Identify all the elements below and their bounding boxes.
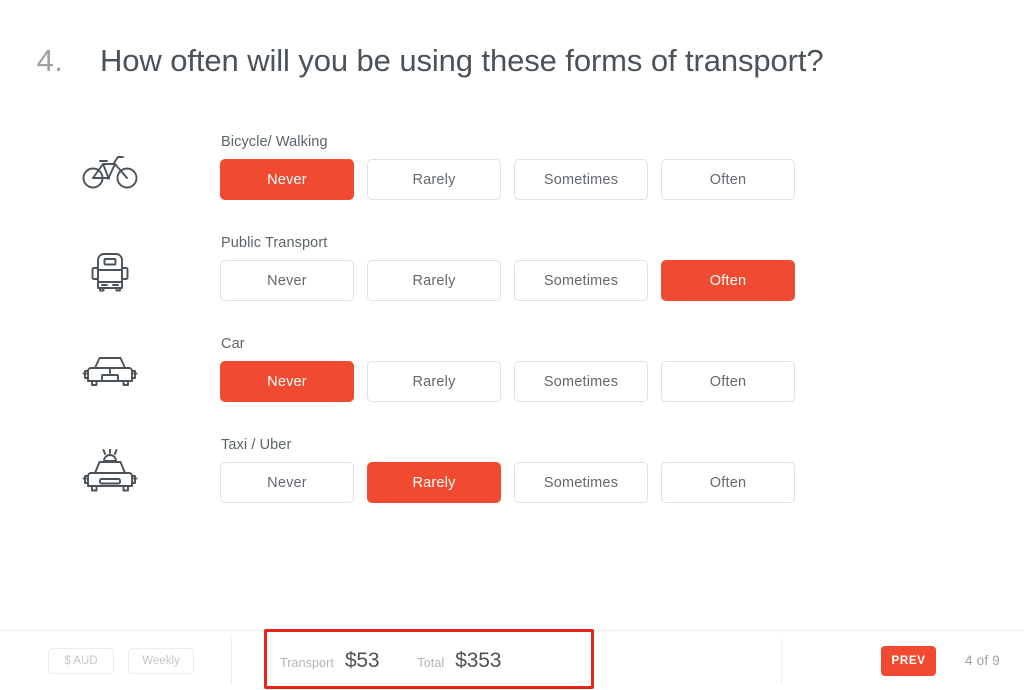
option-often[interactable]: Often — [661, 361, 795, 402]
grand-total-label: Total — [417, 655, 445, 670]
option-often[interactable]: Often — [661, 159, 795, 200]
page-title: How often will you be using these forms … — [100, 43, 824, 78]
currency-select[interactable]: $ AUD — [48, 647, 114, 674]
option-never[interactable]: Never — [220, 462, 354, 503]
question-header: 4. How often will you be using these for… — [0, 30, 1024, 92]
option-group: Never Rarely Sometimes Often — [220, 159, 1024, 200]
option-rarely[interactable]: Rarely — [367, 361, 501, 402]
period-select[interactable]: Weekly — [128, 647, 194, 674]
option-rarely[interactable]: Rarely — [367, 462, 501, 503]
page-counter: 4 of 9 — [965, 653, 1000, 668]
option-sometimes[interactable]: Sometimes — [514, 361, 648, 402]
row-body: Taxi / Uber Never Rarely Sometimes Often — [220, 425, 1024, 503]
transport-row: Taxi / Uber Never Rarely Sometimes Often — [0, 425, 1024, 526]
option-group: Never Rarely Sometimes Often — [220, 462, 1024, 503]
row-body: Bicycle/ Walking Never Rarely Sometimes … — [220, 122, 1024, 200]
survey-page: 4. How often will you be using these for… — [0, 0, 1024, 690]
option-never[interactable]: Never — [220, 361, 354, 402]
row-body: Car Never Rarely Sometimes Often — [220, 324, 1024, 402]
transport-row: Public Transport Never Rarely Sometimes … — [0, 223, 1024, 324]
option-never[interactable]: Never — [220, 159, 354, 200]
footer-bar: $ AUD Weekly Transport $53 Total $353 PR… — [0, 630, 1024, 690]
option-often[interactable]: Often — [661, 462, 795, 503]
prev-button[interactable]: PREV — [881, 645, 937, 676]
car-icon — [0, 324, 220, 425]
option-group: Never Rarely Sometimes Often — [220, 361, 1024, 402]
question-number: 4. — [36, 43, 64, 78]
transport-row: Bicycle/ Walking Never Rarely Sometimes … — [0, 122, 1024, 223]
option-rarely[interactable]: Rarely — [367, 159, 501, 200]
row-label: Taxi / Uber — [221, 437, 292, 453]
row-label: Public Transport — [221, 235, 328, 251]
transport-row: Car Never Rarely Sometimes Often — [0, 324, 1024, 425]
totals-summary: Transport $53 Total $353 — [232, 649, 501, 673]
grand-total-group: Total $353 — [417, 649, 501, 673]
option-sometimes[interactable]: Sometimes — [514, 260, 648, 301]
bus-icon — [0, 223, 220, 324]
transport-total-value: $53 — [344, 648, 380, 672]
transport-total-group: Transport $53 — [280, 648, 380, 673]
option-never[interactable]: Never — [220, 260, 354, 301]
bicycle-icon — [0, 122, 220, 223]
option-sometimes[interactable]: Sometimes — [514, 462, 648, 503]
row-body: Public Transport Never Rarely Sometimes … — [220, 223, 1024, 301]
option-rarely[interactable]: Rarely — [367, 260, 501, 301]
taxi-icon — [0, 425, 220, 526]
row-label: Bicycle/ Walking — [221, 134, 328, 150]
option-sometimes[interactable]: Sometimes — [514, 159, 648, 200]
footer-selects: $ AUD Weekly — [0, 647, 194, 674]
transport-rows: Bicycle/ Walking Never Rarely Sometimes … — [0, 122, 1024, 526]
footer-navigation: PREV 4 of 9 — [782, 645, 1024, 676]
grand-total-value: $353 — [455, 648, 502, 672]
transport-total-label: Transport — [280, 655, 334, 670]
option-group: Never Rarely Sometimes Often — [220, 260, 1024, 301]
option-often[interactable]: Often — [661, 260, 795, 301]
row-label: Car — [221, 336, 245, 352]
